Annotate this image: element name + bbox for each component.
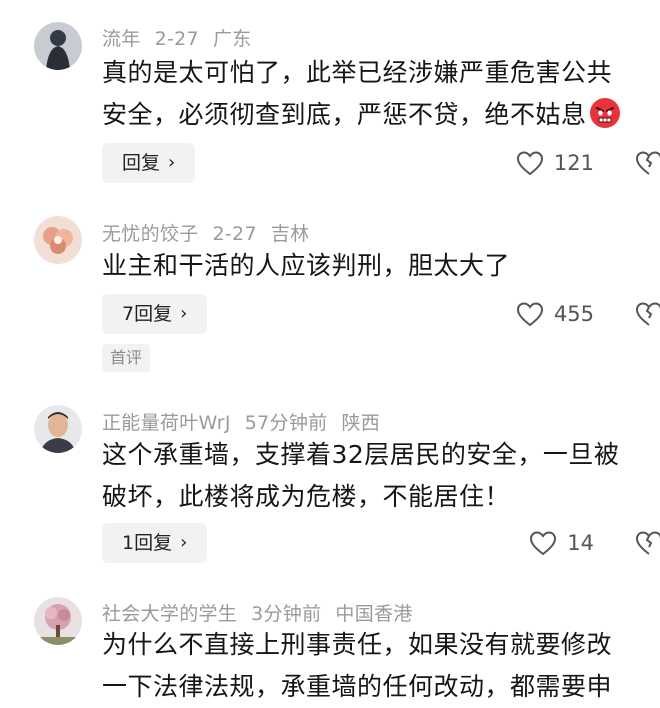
broken-heart-icon[interactable] (634, 529, 660, 557)
comment-text: 业主和干活的人应该判刑，胆太大了 (102, 245, 650, 287)
comment-meta: 流年 2-27 广东 (102, 24, 266, 51)
like-button[interactable]: 121 (516, 143, 594, 183)
comment-line: 这个承重墙，支撑着32层居民的安全，一旦被 (102, 440, 620, 469)
username[interactable]: 正能量荷叶WrJ (102, 412, 231, 434)
comment-line: 安全，必须彻查到底，严惩不贷，绝不姑息 (102, 100, 587, 129)
reply-button[interactable]: 1回复 › (102, 523, 208, 563)
broken-heart-icon[interactable] (634, 149, 660, 177)
avatar-image (34, 405, 82, 453)
comment-text: 为什么不直接上刑事责任，如果没有就要修改 一下法律法规，承重墙的任何改动，都需要… (102, 624, 650, 708)
comment-line: 破坏，此楼将成为危楼，不能居住！ (102, 482, 511, 511)
avatar[interactable] (34, 597, 82, 645)
comment-line: 一下法律法规，承重墙的任何改动，都需要申 (102, 672, 613, 701)
username[interactable]: 社会大学的学生 (102, 603, 237, 625)
like-button[interactable]: 455 (516, 294, 594, 334)
reply-label: 回复 (122, 152, 161, 174)
heart-outline-icon (516, 302, 543, 327)
avatar[interactable] (34, 405, 82, 453)
comment-meta: 社会大学的学生 3分钟前 中国香港 (102, 599, 427, 626)
reply-label: 1回复 (122, 532, 173, 554)
comment-line-with-emoji: 安全，必须彻查到底，严惩不贷，绝不姑息 (102, 94, 650, 136)
avatar-image (34, 597, 82, 645)
avatar-image (34, 22, 82, 70)
like-count: 455 (553, 302, 594, 326)
comment-location: 吉林 (270, 223, 310, 245)
avatar[interactable] (34, 216, 82, 264)
comment-location: 广东 (212, 28, 252, 50)
comment-meta: 正能量荷叶WrJ 57分钟前 陕西 (102, 408, 394, 435)
comment-date: 2-27 (212, 223, 257, 245)
like-count: 121 (553, 151, 594, 175)
broken-heart-icon[interactable] (634, 300, 660, 328)
first-comment-badge: 首评 (102, 344, 151, 372)
comment-date: 2-27 (154, 28, 199, 50)
comment-date: 3分钟前 (251, 603, 322, 625)
heart-outline-icon (530, 531, 557, 556)
angry-face-emoji (589, 98, 620, 128)
avatar-image (34, 216, 82, 264)
comment-location: 陕西 (341, 412, 381, 434)
like-button[interactable]: 14 (529, 523, 594, 563)
comment-text: 这个承重墙，支撑着32层居民的安全，一旦被 破坏，此楼将成为危楼，不能居住！ (102, 434, 650, 518)
heart-outline-icon (516, 151, 543, 176)
username[interactable]: 无忧的饺子 (102, 223, 199, 245)
reply-button[interactable]: 回复 › (102, 143, 196, 183)
chevron-right-icon: › (180, 532, 188, 553)
comment-line: 业主和干活的人应该判刑，胆太大了 (102, 251, 511, 280)
username[interactable]: 流年 (102, 28, 141, 50)
comment-location: 中国香港 (335, 603, 413, 625)
chevron-right-icon: › (168, 152, 176, 173)
like-count: 14 (567, 531, 594, 555)
reply-button[interactable]: 7回复 › (102, 294, 208, 334)
comment-line: 为什么不直接上刑事责任，如果没有就要修改 (102, 630, 613, 659)
avatar[interactable] (34, 22, 82, 70)
reply-label: 7回复 (122, 303, 173, 325)
chevron-right-icon: › (180, 303, 188, 324)
comment-text: 真的是太可怕了，此举已经涉嫌严重危害公共 安全，必须彻查到底，严惩不贷，绝不姑息 (102, 52, 650, 136)
comment-line: 真的是太可怕了，此举已经涉嫌严重危害公共 (102, 58, 613, 87)
comment-meta: 无忧的饺子 2-27 吉林 (102, 219, 323, 246)
comment-date: 57分钟前 (244, 412, 328, 434)
